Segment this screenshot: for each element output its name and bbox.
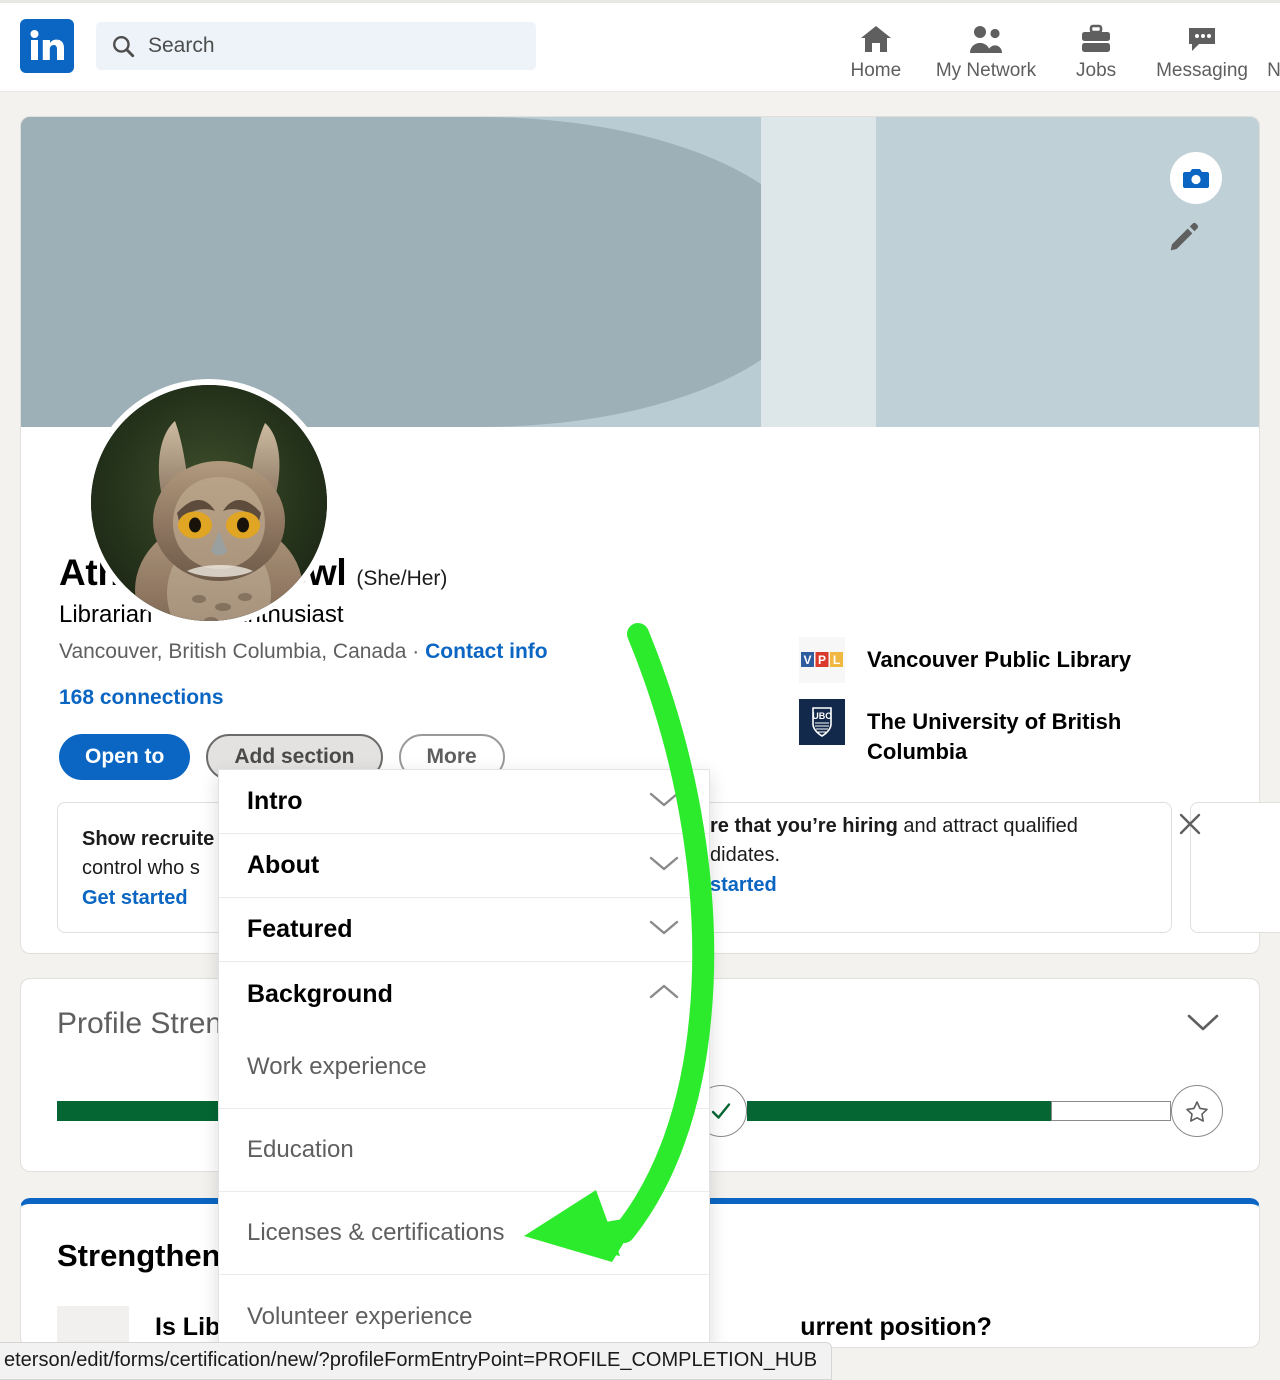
- open-to-button[interactable]: Open to: [59, 734, 191, 780]
- edit-banner-camera-button[interactable]: [1170, 152, 1222, 204]
- organization-row[interactable]: V P L Vancouver Public Library: [799, 637, 1199, 683]
- pencil-icon: [1170, 222, 1199, 251]
- promo-hiring-link[interactable]: started: [710, 874, 1180, 897]
- nav-label-messaging: Messaging: [1156, 59, 1248, 81]
- dropdown-section-label: Background: [247, 979, 393, 1008]
- organization-name: The University of British Columbia: [867, 709, 1122, 764]
- linkedin-logo-icon[interactable]: [20, 18, 74, 73]
- meter-node-star: [1171, 1085, 1223, 1137]
- close-icon: [1179, 813, 1201, 835]
- promo-hiring-line2: didates.: [710, 844, 781, 866]
- dropdown-section-background[interactable]: Background: [219, 962, 709, 1026]
- dropdown-section-featured[interactable]: Featured: [219, 898, 709, 962]
- dropdown-section-about[interactable]: About: [219, 834, 709, 898]
- nav-label-jobs: Jobs: [1076, 59, 1117, 81]
- chevron-down-icon[interactable]: [1183, 1010, 1223, 1039]
- nav-label-notifications: N: [1267, 59, 1280, 81]
- message-bubble-icon: [1185, 20, 1219, 54]
- svg-text:P: P: [818, 653, 826, 667]
- dropdown-item-label: Work experience: [247, 1053, 427, 1080]
- dropdown-item-label: Volunteer experience: [247, 1302, 473, 1330]
- dropdown-section-label: Intro: [247, 787, 303, 815]
- chevron-up-icon: [647, 982, 681, 1007]
- contact-info-link[interactable]: Contact info: [425, 640, 547, 663]
- svg-text:UBC: UBC: [812, 711, 832, 721]
- star-icon: [1186, 1101, 1208, 1122]
- add-section-dropdown: Intro About Featured Background Work exp…: [218, 769, 710, 1359]
- profile-organizations: V P L Vancouver Public Library UBC The U…: [799, 637, 1199, 782]
- nav-label-my-network: My Network: [935, 59, 1037, 81]
- people-icon: [967, 20, 1005, 54]
- organization-row[interactable]: UBC The University of British Columbia: [799, 699, 1199, 766]
- promo-hiring-text: re that you’re hiring and attract qualif…: [710, 812, 1180, 897]
- promo-hiring-bold: re that you’re hiring: [710, 815, 898, 837]
- window-top-rule: [0, 0, 1280, 3]
- nav-item-jobs[interactable]: Jobs: [1046, 20, 1146, 82]
- chevron-down-icon: [647, 917, 681, 942]
- organization-name: Vancouver Public Library: [867, 647, 1132, 672]
- search-placeholder: Search: [148, 33, 215, 57]
- edit-profile-button[interactable]: [1164, 217, 1204, 257]
- owl-avatar: [91, 385, 327, 621]
- meter-segment-filled: [746, 1101, 887, 1121]
- dropdown-section-intro[interactable]: Intro: [219, 770, 709, 834]
- nav-item-messaging[interactable]: Messaging: [1146, 20, 1258, 82]
- banner-zone-pale: [761, 117, 876, 427]
- briefcase-icon: [1079, 20, 1113, 54]
- search-input[interactable]: Search: [96, 21, 536, 70]
- nav-item-notifications[interactable]: N: [1258, 20, 1280, 82]
- profile-pronouns: (She/Her): [356, 567, 448, 590]
- nav-label-home: Home: [850, 59, 902, 81]
- vpl-logo-icon: V P L: [799, 637, 845, 683]
- global-navbar: Search Home My Network Jobs Messaging N: [0, 0, 1280, 92]
- meter-segment-empty: [1051, 1101, 1171, 1121]
- camera-icon: [1183, 169, 1209, 188]
- dropdown-item-education[interactable]: Education: [219, 1109, 709, 1192]
- ubc-logo-icon: UBC: [799, 699, 845, 745]
- dropdown-section-label: About: [247, 851, 320, 879]
- profile-location: Vancouver, British Columbia, Canada ·: [59, 640, 426, 663]
- app-root: Search Home My Network Jobs Messaging N …: [0, 0, 1280, 1380]
- nav-items: Home My Network Jobs Messaging N: [826, 0, 1280, 92]
- promo-close-button[interactable]: [1176, 810, 1204, 843]
- search-icon: [110, 33, 136, 59]
- question-text-left: Is Lib: [155, 1312, 221, 1341]
- home-icon: [859, 20, 893, 54]
- avatar[interactable]: [85, 379, 333, 627]
- dropdown-item-label: Education: [247, 1136, 354, 1163]
- dropdown-section-label: Featured: [247, 915, 353, 943]
- promo-bold-left: Show recruite: [82, 828, 215, 850]
- promo-hiring-rest: and attract qualified: [897, 815, 1078, 837]
- dropdown-item-label: Licenses & certifications: [247, 1219, 505, 1246]
- meter-segment-filled: [886, 1101, 1052, 1121]
- svg-text:L: L: [833, 653, 840, 667]
- status-bar-url: eterson/edit/forms/certification/new/?pr…: [0, 1342, 833, 1380]
- chevron-down-icon: [647, 789, 681, 814]
- nav-item-home[interactable]: Home: [826, 20, 926, 82]
- nav-item-my-network[interactable]: My Network: [926, 20, 1046, 82]
- svg-text:V: V: [803, 653, 811, 667]
- banner-zone-dark: [21, 117, 821, 427]
- check-icon: [711, 1103, 730, 1119]
- question-text-right: urrent position?: [800, 1312, 992, 1341]
- dropdown-item-licenses-certifications[interactable]: Licenses & certifications: [219, 1192, 709, 1275]
- dropdown-item-work-experience[interactable]: Work experience: [219, 1026, 709, 1109]
- chevron-down-icon: [647, 853, 681, 878]
